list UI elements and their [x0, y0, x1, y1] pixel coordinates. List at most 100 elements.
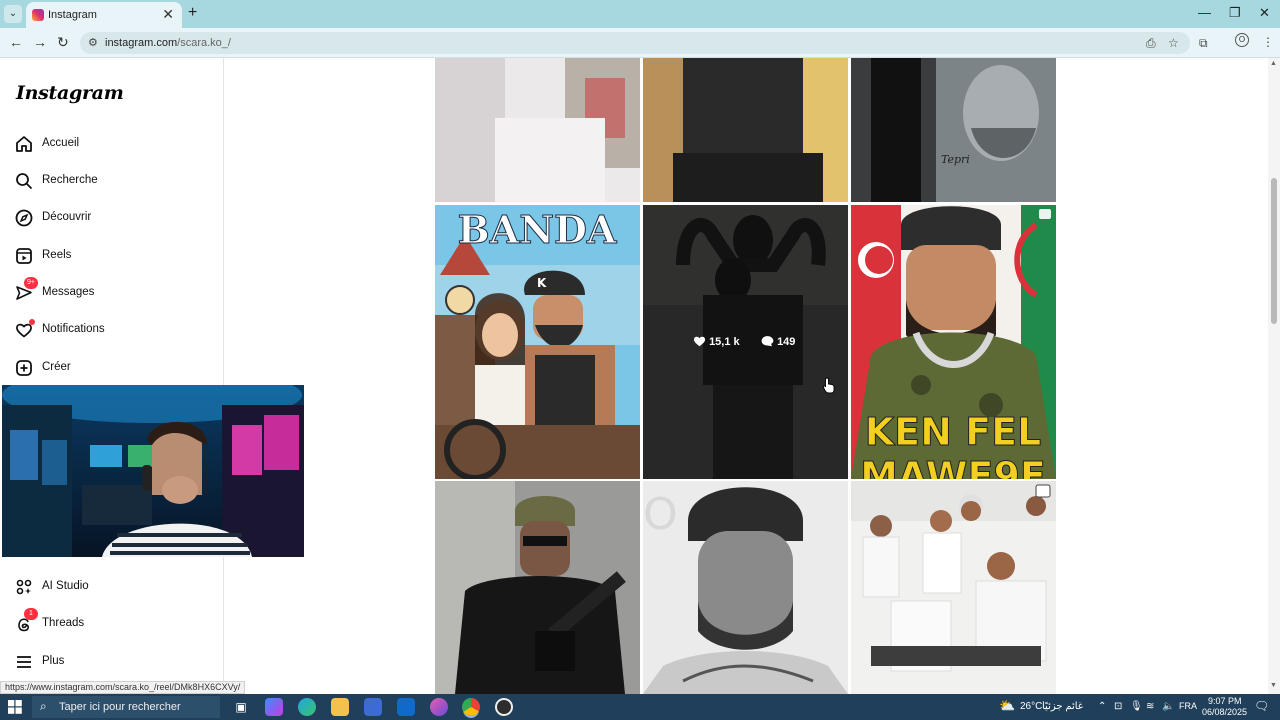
copilot-icon[interactable]	[265, 698, 283, 716]
active-tab[interactable]: Instagram ✕	[26, 2, 182, 28]
new-tab-button[interactable]: +	[188, 4, 197, 22]
network-icon[interactable]: ⊡	[1114, 701, 1122, 712]
edge-icon[interactable]	[298, 698, 316, 716]
forward-arrow-icon[interactable]: →	[33, 34, 47, 50]
sidebar-item-reels[interactable]: Reels	[14, 242, 214, 270]
post-image	[435, 481, 640, 694]
post-image	[643, 205, 848, 479]
tab-title: Instagram	[48, 9, 97, 21]
comment-filled-icon	[761, 336, 774, 347]
show-hidden-icons-icon[interactable]: ⌃	[1098, 701, 1106, 712]
sidebar-item-label: Recherche	[42, 174, 98, 186]
sidebar-item-decouvrir[interactable]: Découvrir	[14, 204, 214, 232]
taskbar-search-input[interactable]: ⌕ Taper ici pour rechercher	[32, 696, 220, 718]
menu-icon	[17, 656, 31, 668]
reload-icon[interactable]: ↻	[57, 34, 69, 51]
search-icon: ⌕	[40, 699, 47, 713]
comments-count-text: 149	[777, 336, 796, 348]
file-explorer-icon[interactable]	[331, 698, 349, 716]
profile-avatar[interactable]: O	[1235, 33, 1249, 47]
post-image	[851, 481, 1056, 694]
reels-icon	[16, 248, 32, 264]
url-input[interactable]: ⚙ instagram.com/scara.ko_/ ⎙ ☆	[80, 32, 1190, 54]
post-image	[643, 58, 848, 202]
url-text: instagram.com/scara.ko_/	[105, 37, 231, 49]
sidebar-item-notifications[interactable]: Notifications	[14, 316, 214, 344]
scrollbar-thumb[interactable]	[1271, 178, 1277, 324]
tab-close-icon[interactable]: ✕	[162, 6, 174, 23]
kebab-menu-icon[interactable]: ⋮	[1262, 35, 1274, 49]
post-tile[interactable]: Tepri	[851, 58, 1056, 202]
post-image: KEN FEL MAWE9E	[851, 205, 1056, 479]
sidebar-item-messages[interactable]: 9+ Messages	[14, 277, 214, 307]
notification-dot	[29, 319, 35, 325]
sidebar-item-label: Accueil	[42, 137, 80, 149]
post-tile[interactable]	[435, 58, 640, 202]
messages-badge: 9+	[24, 277, 38, 289]
threads-badge: 1	[24, 608, 38, 620]
outlook-icon[interactable]	[397, 698, 415, 716]
install-app-icon[interactable]: ⎙	[1146, 36, 1156, 51]
task-view-icon[interactable]: ▣	[232, 698, 250, 716]
cap-letter: K	[537, 276, 547, 290]
webcam-video	[2, 385, 304, 557]
poster-subtitle-text: MAWE9E	[860, 454, 1046, 479]
back-arrow-icon[interactable]: ←	[9, 34, 23, 50]
window-close-icon[interactable]: ✕	[1259, 5, 1270, 21]
weather-temperature[interactable]: 26°C	[1020, 701, 1042, 712]
sidebar-item-accueil[interactable]: Accueil	[14, 130, 214, 158]
instagram-logo[interactable]: Instagram	[16, 82, 124, 104]
sidebar-item-ai-studio[interactable]: AI Studio	[14, 573, 214, 601]
likes-count: 15,1 k	[693, 335, 740, 348]
post-image: K BANDA	[435, 205, 640, 479]
sidebar-item-label: Créer	[42, 361, 71, 373]
extensions-icon[interactable]: ⧉	[1199, 36, 1208, 51]
minimize-icon[interactable]: —	[1198, 5, 1211, 20]
store-icon[interactable]	[364, 698, 382, 716]
notification-center-icon[interactable]: 🗨	[1254, 699, 1269, 713]
weather-description[interactable]: غائم جزئيًا	[1042, 701, 1083, 712]
site-settings-icon[interactable]: ⚙	[88, 36, 98, 49]
restore-icon[interactable]: ❐	[1229, 5, 1241, 21]
post-tile[interactable]	[851, 481, 1056, 694]
post-tile-hovered[interactable]: 15,1 k 149	[643, 205, 848, 479]
post-tile[interactable]: O	[643, 481, 848, 694]
wifi-icon[interactable]: ≋	[1146, 701, 1154, 712]
chrome-icon[interactable]	[462, 698, 480, 716]
weather-cloud-icon: ⛅	[999, 698, 1016, 713]
clock-time[interactable]: 9:07 PM	[1208, 696, 1242, 706]
obs-icon[interactable]	[495, 698, 513, 716]
bookmark-star-icon[interactable]: ☆	[1168, 36, 1179, 50]
post-tile[interactable]: KEN FEL MAWE9E	[851, 205, 1056, 479]
sidebar-item-threads[interactable]: 1 Threads	[14, 608, 214, 638]
instagram-favicon-icon	[32, 9, 44, 21]
post-tile[interactable]: K BANDA	[435, 205, 640, 479]
plus-square-icon	[16, 360, 32, 376]
windows-start-icon[interactable]	[8, 700, 22, 714]
page-scrollbar[interactable]: ▲ ▼	[1268, 58, 1280, 694]
sidebar-item-creer[interactable]: Créer	[14, 354, 214, 382]
clock-date[interactable]: 06/08/2025	[1202, 707, 1247, 717]
sidebar-item-label: Messages	[42, 286, 95, 298]
tab-search-button[interactable]: ⌄	[4, 5, 22, 23]
messenger-app-icon[interactable]	[430, 698, 448, 716]
post-image: O	[643, 481, 848, 694]
ai-studio-icon	[16, 579, 32, 595]
sidebar-item-label: Reels	[42, 249, 72, 261]
post-image	[435, 58, 640, 202]
post-tile[interactable]	[643, 58, 848, 202]
input-language[interactable]: FRA	[1179, 701, 1197, 711]
poster-title-text: BANDA	[458, 207, 617, 252]
scroll-up-icon[interactable]: ▲	[1270, 60, 1277, 67]
sidebar-item-plus[interactable]: Plus	[14, 648, 214, 676]
home-icon	[16, 136, 32, 152]
sidebar-item-recherche[interactable]: Recherche	[14, 167, 214, 195]
post-tile[interactable]	[435, 481, 640, 694]
link-status-url: https://www.instagram.com/scara.ko_/reel…	[0, 681, 246, 694]
volume-icon[interactable]: 🔈	[1162, 701, 1174, 712]
scroll-down-icon[interactable]: ▼	[1270, 682, 1277, 689]
sidebar-item-label: AI Studio	[42, 580, 89, 592]
microphone-icon[interactable]: 🎙	[1130, 701, 1143, 712]
background-letter: O	[643, 489, 678, 540]
poster-title-text: KEN FEL	[865, 410, 1042, 454]
